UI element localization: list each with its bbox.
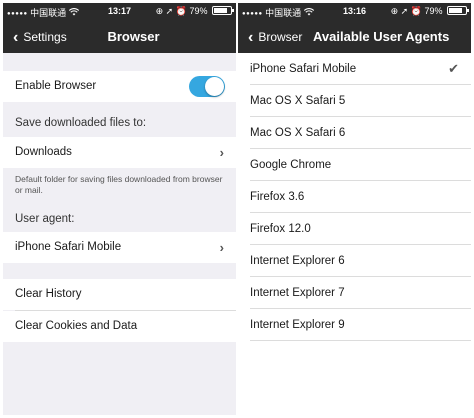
status-right-group: ⊕ ➚ ⏰ 79% (390, 6, 469, 17)
enable-browser-row: Enable Browser (3, 71, 236, 102)
user-agent-option[interactable]: iPhone Safari Mobile ✔ (238, 53, 471, 85)
user-agents-screen: ●●●●● 中国联通 13:16 ⊕ ➚ ⏰ 79% ‹ Browser Avai… (238, 3, 471, 415)
lock-rotation-icon: ⊕ (155, 6, 164, 16)
back-label: Browser (258, 30, 303, 44)
battery-fill (449, 8, 462, 13)
user-agent-option[interactable]: Firefox 12.0 (238, 213, 471, 245)
user-agent-option-label: iPhone Safari Mobile (250, 63, 357, 75)
page-title: Browser (107, 29, 160, 44)
location-icon: ➚ (165, 6, 174, 16)
enable-browser-label: Enable Browser (15, 80, 97, 92)
enable-browser-toggle[interactable] (189, 76, 225, 97)
user-agent-value: iPhone Safari Mobile (15, 241, 122, 253)
status-bar: ●●●●● 中国联通 13:17 ⊕ ➚ ⏰ 79% (3, 3, 236, 20)
user-agent-option-label: Firefox 12.0 (250, 223, 311, 235)
user-agent-option-label: Internet Explorer 7 (250, 287, 345, 299)
lock-rotation-icon: ⊕ (390, 6, 399, 16)
battery-icon (447, 6, 469, 15)
browser-settings-screen: ●●●●● 中国联通 13:17 ⊕ ➚ ⏰ 79% ‹ Settings Bro… (3, 3, 236, 415)
user-agent-option-label: Mac OS X Safari 6 (250, 127, 346, 139)
alarm-icon: ⏰ (175, 6, 187, 16)
clear-cookies-row[interactable]: Clear Cookies and Data (3, 311, 236, 342)
user-agent-label: User agent: (15, 213, 75, 225)
user-agent-option[interactable]: Google Chrome (238, 149, 471, 181)
user-agent-option[interactable]: Firefox 3.6 (238, 181, 471, 213)
navigation-bar: ‹ Browser Available User Agents (238, 20, 471, 53)
user-agent-option-label: Firefox 3.6 (250, 191, 305, 203)
alarm-icon: ⏰ (410, 6, 422, 16)
save-files-label: Save downloaded files to: (15, 117, 147, 129)
disclosure-chevron-icon: › (219, 145, 224, 160)
downloads-label: Downloads (15, 146, 72, 158)
user-agent-option[interactable]: Internet Explorer 7 (238, 277, 471, 309)
navigation-bar: ‹ Settings Browser (3, 20, 236, 53)
clear-history-row[interactable]: Clear History (3, 279, 236, 310)
downloads-row[interactable]: Downloads › (3, 137, 236, 168)
checkmark-icon: ✔ (448, 61, 459, 76)
back-chevron-icon: ‹ (248, 29, 254, 46)
clear-cookies-label: Clear Cookies and Data (15, 320, 138, 332)
battery-icon (212, 6, 234, 15)
user-agent-option[interactable]: Internet Explorer 6 (238, 245, 471, 277)
user-agent-row[interactable]: iPhone Safari Mobile › (3, 232, 236, 263)
battery-percent: 79% (189, 6, 208, 16)
user-agent-option-label: Google Chrome (250, 159, 332, 171)
battery-percent: 79% (424, 6, 443, 16)
location-icon: ➚ (400, 6, 409, 16)
page-title: Available User Agents (313, 29, 450, 44)
clear-history-label: Clear History (15, 288, 82, 300)
user-agent-option[interactable]: Mac OS X Safari 6 (238, 117, 471, 149)
status-bar: ●●●●● 中国联通 13:16 ⊕ ➚ ⏰ 79% (238, 3, 471, 20)
back-button[interactable]: ‹ Browser (248, 29, 302, 47)
toggle-knob (205, 77, 224, 96)
user-agent-option-label: Internet Explorer 9 (250, 319, 345, 331)
user-agent-option[interactable]: Internet Explorer 9 (238, 309, 471, 341)
disclosure-chevron-icon: › (219, 240, 224, 255)
downloads-footer: Default folder for saving files download… (15, 174, 223, 195)
battery-fill (214, 8, 227, 13)
user-agent-option-label: Internet Explorer 6 (250, 255, 345, 267)
status-right-group: ⊕ ➚ ⏰ 79% (155, 6, 234, 17)
user-agent-option[interactable]: Mac OS X Safari 5 (238, 85, 471, 117)
user-agent-option-label: Mac OS X Safari 5 (250, 95, 346, 107)
row-divider (250, 340, 471, 341)
